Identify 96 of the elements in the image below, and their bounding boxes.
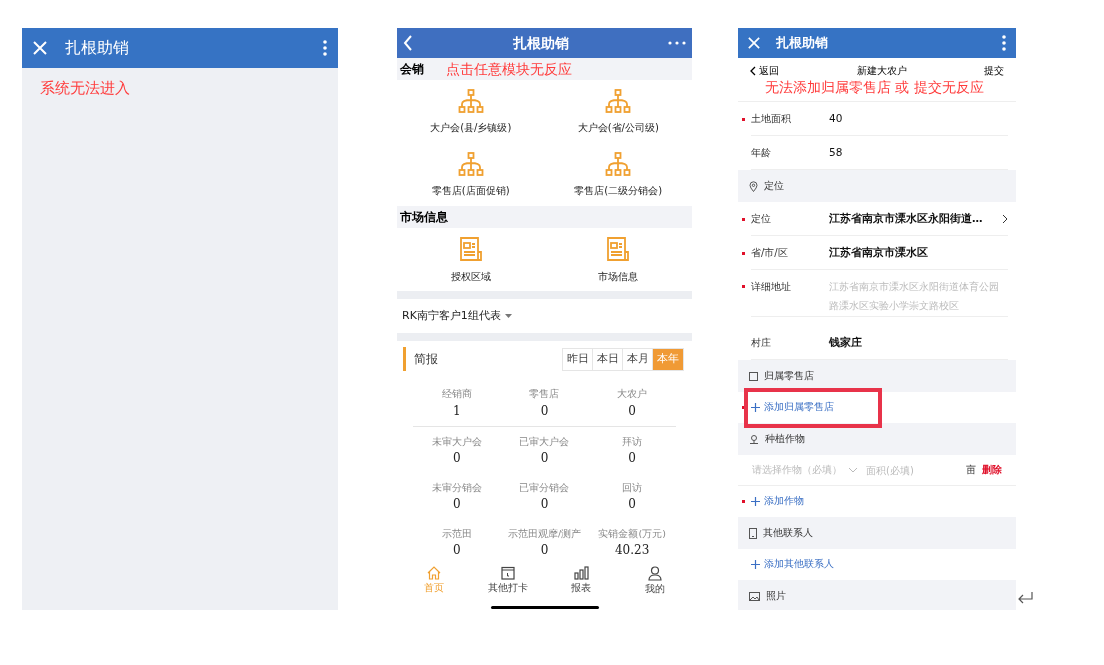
stat-label: 实销金额(万元) — [598, 526, 666, 541]
more-icon[interactable] — [323, 40, 327, 56]
module-tile[interactable]: 市场信息 — [544, 228, 692, 291]
add-link[interactable]: 添加作物 — [751, 494, 804, 509]
delete-button[interactable]: 删除 — [982, 462, 1002, 478]
stat-label: 拜访 — [622, 434, 643, 449]
bar-chart-icon — [573, 566, 589, 580]
section-title: 市场信息 — [400, 209, 448, 226]
annotation-text: 无法添加归属零售店 或 提交无反应 — [764, 78, 985, 96]
stat-value: 0 — [540, 450, 549, 468]
close-icon[interactable] — [33, 41, 47, 55]
store-icon — [749, 371, 758, 381]
section-title: 定位 — [764, 178, 784, 193]
stat-label: 回访 — [622, 480, 643, 495]
app-title: 扎根助销 — [776, 34, 829, 53]
field-label: 详细地址 — [751, 280, 792, 294]
hierarchy-icon — [457, 88, 484, 113]
field-value[interactable]: 江苏省南京市溧水区永阳街道… — [829, 210, 1002, 227]
section-title: 会销 — [400, 61, 424, 78]
module-tile[interactable]: 大户会(县/乡镇级) — [397, 80, 545, 143]
accent-bar — [403, 347, 406, 371]
stat-value: 0 — [453, 450, 461, 468]
stat-value: 1 — [453, 402, 461, 420]
field-value[interactable]: 58 — [829, 144, 1008, 161]
field-value[interactable]: 40 — [829, 110, 1008, 127]
plus-icon — [751, 560, 760, 569]
phone-icon — [749, 527, 757, 539]
module-tile[interactable]: 授权区域 — [397, 228, 545, 291]
annotation-text: 点击任意模块无反应 — [446, 59, 572, 79]
flower-icon — [749, 434, 759, 444]
page-title: 新建大农户 — [855, 64, 908, 78]
back-icon — [750, 65, 756, 76]
module-tile[interactable]: 零售店(店面促销) — [397, 143, 545, 206]
plus-icon — [751, 403, 760, 412]
hierarchy-icon — [605, 151, 632, 176]
stat-label: 示范田 — [441, 526, 472, 541]
stat-value: 0 — [453, 542, 461, 560]
stat-value: 0 — [628, 402, 636, 420]
field-value[interactable]: 钱家庄 — [829, 334, 1008, 351]
nav-tab[interactable]: 报表 — [544, 566, 619, 606]
annotation-text: 系统无法进入 — [39, 78, 131, 99]
field-value[interactable]: 江苏省南京市溧水区 — [829, 244, 1008, 261]
app-title: 扎根助销 — [512, 33, 569, 53]
add-link[interactable]: 添加其他联系人 — [751, 557, 834, 572]
section-title: 照片 — [766, 588, 786, 603]
report-title: 简报 — [414, 351, 439, 368]
stat-label: 未审分销会 — [431, 480, 482, 495]
section-title: 归属零售店 — [764, 368, 814, 383]
stat-value: 0 — [540, 542, 549, 560]
section-title: 种植作物 — [765, 431, 805, 446]
stat-label: 已审分销会 — [519, 480, 570, 495]
stat-label: 零售店 — [529, 387, 560, 402]
module-tile[interactable]: 大户会(省/公司级) — [544, 80, 692, 143]
dropdown-chevron-icon — [848, 467, 858, 473]
stat-value: 0 — [540, 496, 549, 514]
nav-tab[interactable]: 其他打卡 — [470, 566, 545, 606]
image-icon — [749, 591, 760, 601]
person-icon — [648, 566, 663, 581]
hierarchy-icon — [605, 88, 632, 113]
home-icon — [426, 566, 441, 580]
stat-label: 大农户 — [617, 387, 648, 402]
back-button[interactable]: 返回 — [750, 63, 779, 78]
document-icon — [458, 235, 483, 262]
return-arrow-icon — [1017, 591, 1033, 605]
caret-icon — [504, 314, 512, 318]
field-label: 省/市/区 — [751, 246, 789, 260]
back-icon[interactable] — [403, 35, 413, 51]
field-label: 定位 — [751, 212, 772, 226]
hierarchy-icon — [457, 151, 484, 176]
unit-label: 亩 — [966, 462, 976, 477]
add-link[interactable]: 添加归属零售店 — [751, 400, 834, 415]
stat-value: 0 — [628, 496, 636, 514]
app-title: 扎根助销 — [65, 37, 130, 59]
more-icon[interactable] — [668, 41, 686, 45]
stat-value: 0 — [628, 450, 636, 468]
location-pin-icon — [749, 180, 758, 192]
stat-value: 40.23 — [614, 542, 650, 560]
stat-label: 经销商 — [441, 387, 472, 402]
close-icon[interactable] — [748, 37, 760, 49]
user-dropdown[interactable]: RK南宁客户1组代表 — [397, 299, 692, 333]
module-tile[interactable]: 零售店(二级分销会) — [544, 143, 692, 206]
document-icon — [606, 235, 631, 262]
stat-label: 未审大户会 — [431, 434, 482, 449]
more-icon[interactable] — [1002, 35, 1006, 51]
calendar-icon — [500, 566, 515, 580]
stat-value: 0 — [540, 402, 549, 420]
plus-icon — [751, 497, 760, 506]
field-label: 年龄 — [751, 146, 772, 160]
submit-button[interactable]: 提交 — [984, 63, 1004, 78]
stat-label: 已审大户会 — [519, 434, 570, 449]
stat-label: 示范田观摩/测产 — [507, 526, 582, 541]
stat-value: 0 — [453, 496, 461, 514]
section-title: 其他联系人 — [763, 525, 813, 540]
nav-tab[interactable]: 我的 — [618, 566, 692, 606]
field-label: 村庄 — [751, 336, 772, 350]
field-label: 土地面积 — [751, 112, 792, 126]
